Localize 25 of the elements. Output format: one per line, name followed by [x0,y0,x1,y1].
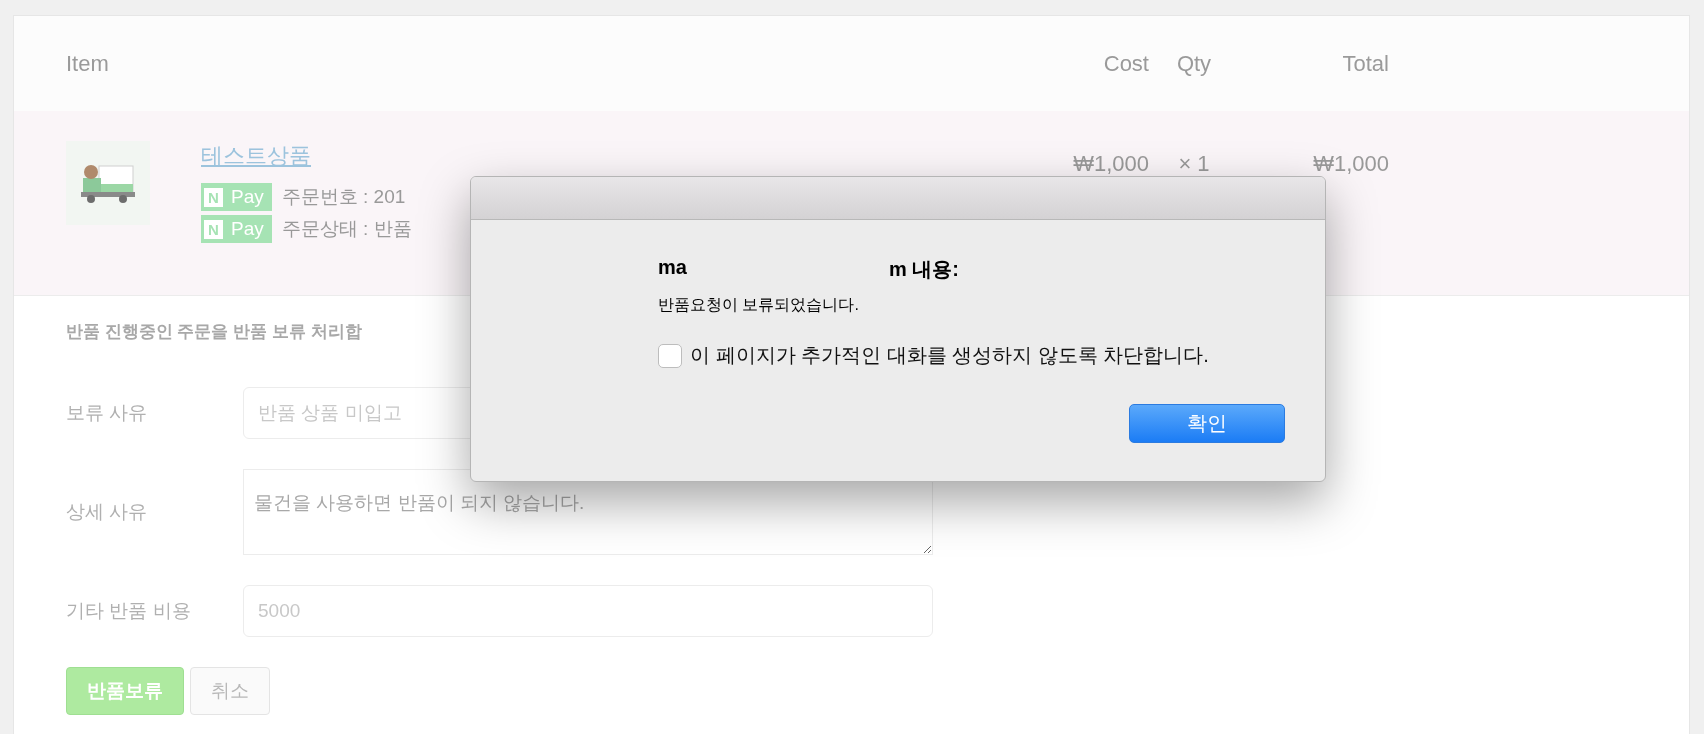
npay-badge: N Pay [201,215,272,243]
truck-icon [66,141,150,225]
hold-button[interactable]: 반품보류 [66,667,184,715]
order-info: 주문상태 : 반품 [281,217,412,241]
dialog-title: ma [658,256,687,280]
column-header: Cost [1102,50,1149,77]
total-cell-text: ₩1,000 [1312,150,1389,178]
npay-badge: N Pay [201,183,272,211]
form-intro: 반품 진행중인 주문을 반품 보류 처리합 [66,321,362,343]
dialog-title: m 내용: [888,257,959,282]
cancel-button[interactable]: 취소 [190,667,270,715]
dialog-message: 반품요청이 보류되었습니다. [658,295,859,315]
field-label: 상세 사유 [66,500,149,524]
cost-cell-text: ₩1,000 [1072,150,1149,178]
product-link[interactable]: 테스트상품 [201,141,311,171]
qty-cell-text: × 1 [1177,150,1211,178]
ok-button[interactable]: 확인 [1129,404,1285,443]
column-header: Total [1341,50,1389,77]
checkbox-label: 이 페이지가 추가적인 대화를 생성하지 않도록 차단합니다. [690,343,1209,368]
field-label: 보류 사유 [66,401,149,425]
checkbox[interactable] [658,343,682,368]
column-header: Item [66,50,110,77]
column-header: Qty [1175,50,1213,77]
order-info: 주문번호 : 201 [281,185,406,209]
field-label: 기타 반품 비용 [66,599,192,623]
